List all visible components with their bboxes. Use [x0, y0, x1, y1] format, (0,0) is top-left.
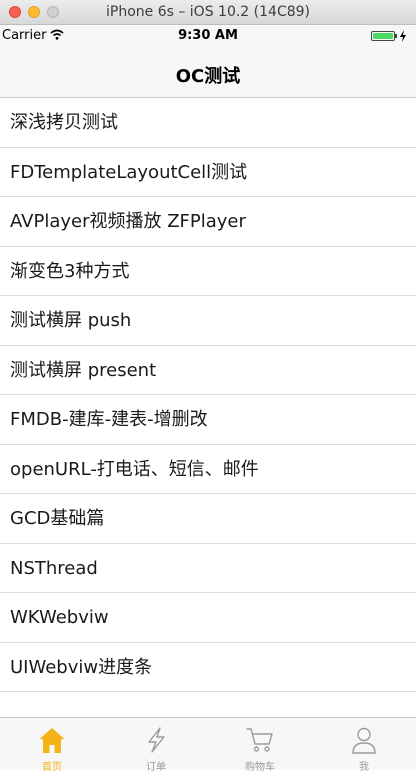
status-clock: 9:30 AM	[178, 28, 238, 43]
tab-label-home: 首页	[42, 762, 62, 773]
lightning-icon	[148, 727, 165, 753]
battery-cap	[395, 34, 397, 38]
list-item[interactable]: GCD基础篇	[0, 494, 416, 544]
tab-orders[interactable]: 订单	[104, 718, 208, 773]
tab-label-orders: 订单	[146, 762, 166, 773]
list-item[interactable]: 深浅拷贝测试	[0, 98, 416, 148]
status-bar: Carrier 9:30 AM	[0, 25, 416, 45]
tab-home[interactable]: 首页	[0, 718, 104, 773]
battery-icon	[371, 31, 395, 41]
charging-icon	[400, 30, 406, 42]
window-title: iPhone 6s – iOS 10.2 (14C89)	[105, 4, 310, 20]
person-icon	[352, 727, 376, 754]
list-item[interactable]: FDTemplateLayoutCell测试	[0, 148, 416, 197]
battery-level-fill	[373, 33, 393, 39]
list-item[interactable]: openURL-打电话、短信、邮件	[0, 445, 416, 494]
tab-label-me: 我	[359, 762, 369, 773]
list-item[interactable]: UIWebviw进度条	[0, 643, 416, 692]
list-item[interactable]: AVPlayer视频播放 ZFPlayer	[0, 197, 416, 247]
tab-cart[interactable]: 购物车	[208, 718, 312, 773]
table-view[interactable]: 深浅拷贝测试 FDTemplateLayoutCell测试 AVPlayer视频…	[0, 98, 416, 717]
nav-title: OC测试	[175, 66, 241, 87]
list-item[interactable]: 测试横屏 push	[0, 296, 416, 346]
tab-label-cart: 购物车	[245, 762, 275, 773]
tab-me[interactable]: 我	[312, 718, 416, 773]
navigation-bar: OC测试	[0, 45, 416, 98]
list-item[interactable]: FMDB-建库-建表-增删改	[0, 395, 416, 445]
list-item[interactable]: WKWebviw	[0, 593, 416, 643]
list-item[interactable]: NSThread	[0, 544, 416, 593]
list-item[interactable]: 渐变色3种方式	[0, 247, 416, 296]
tab-bar: 首页 订单 购物车 我	[0, 717, 416, 773]
cart-icon	[246, 728, 273, 752]
home-icon	[39, 728, 65, 753]
list-item[interactable]: 测试横屏 present	[0, 346, 416, 395]
simulator-window-titlebar: iPhone 6s – iOS 10.2 (14C89)	[0, 0, 416, 25]
